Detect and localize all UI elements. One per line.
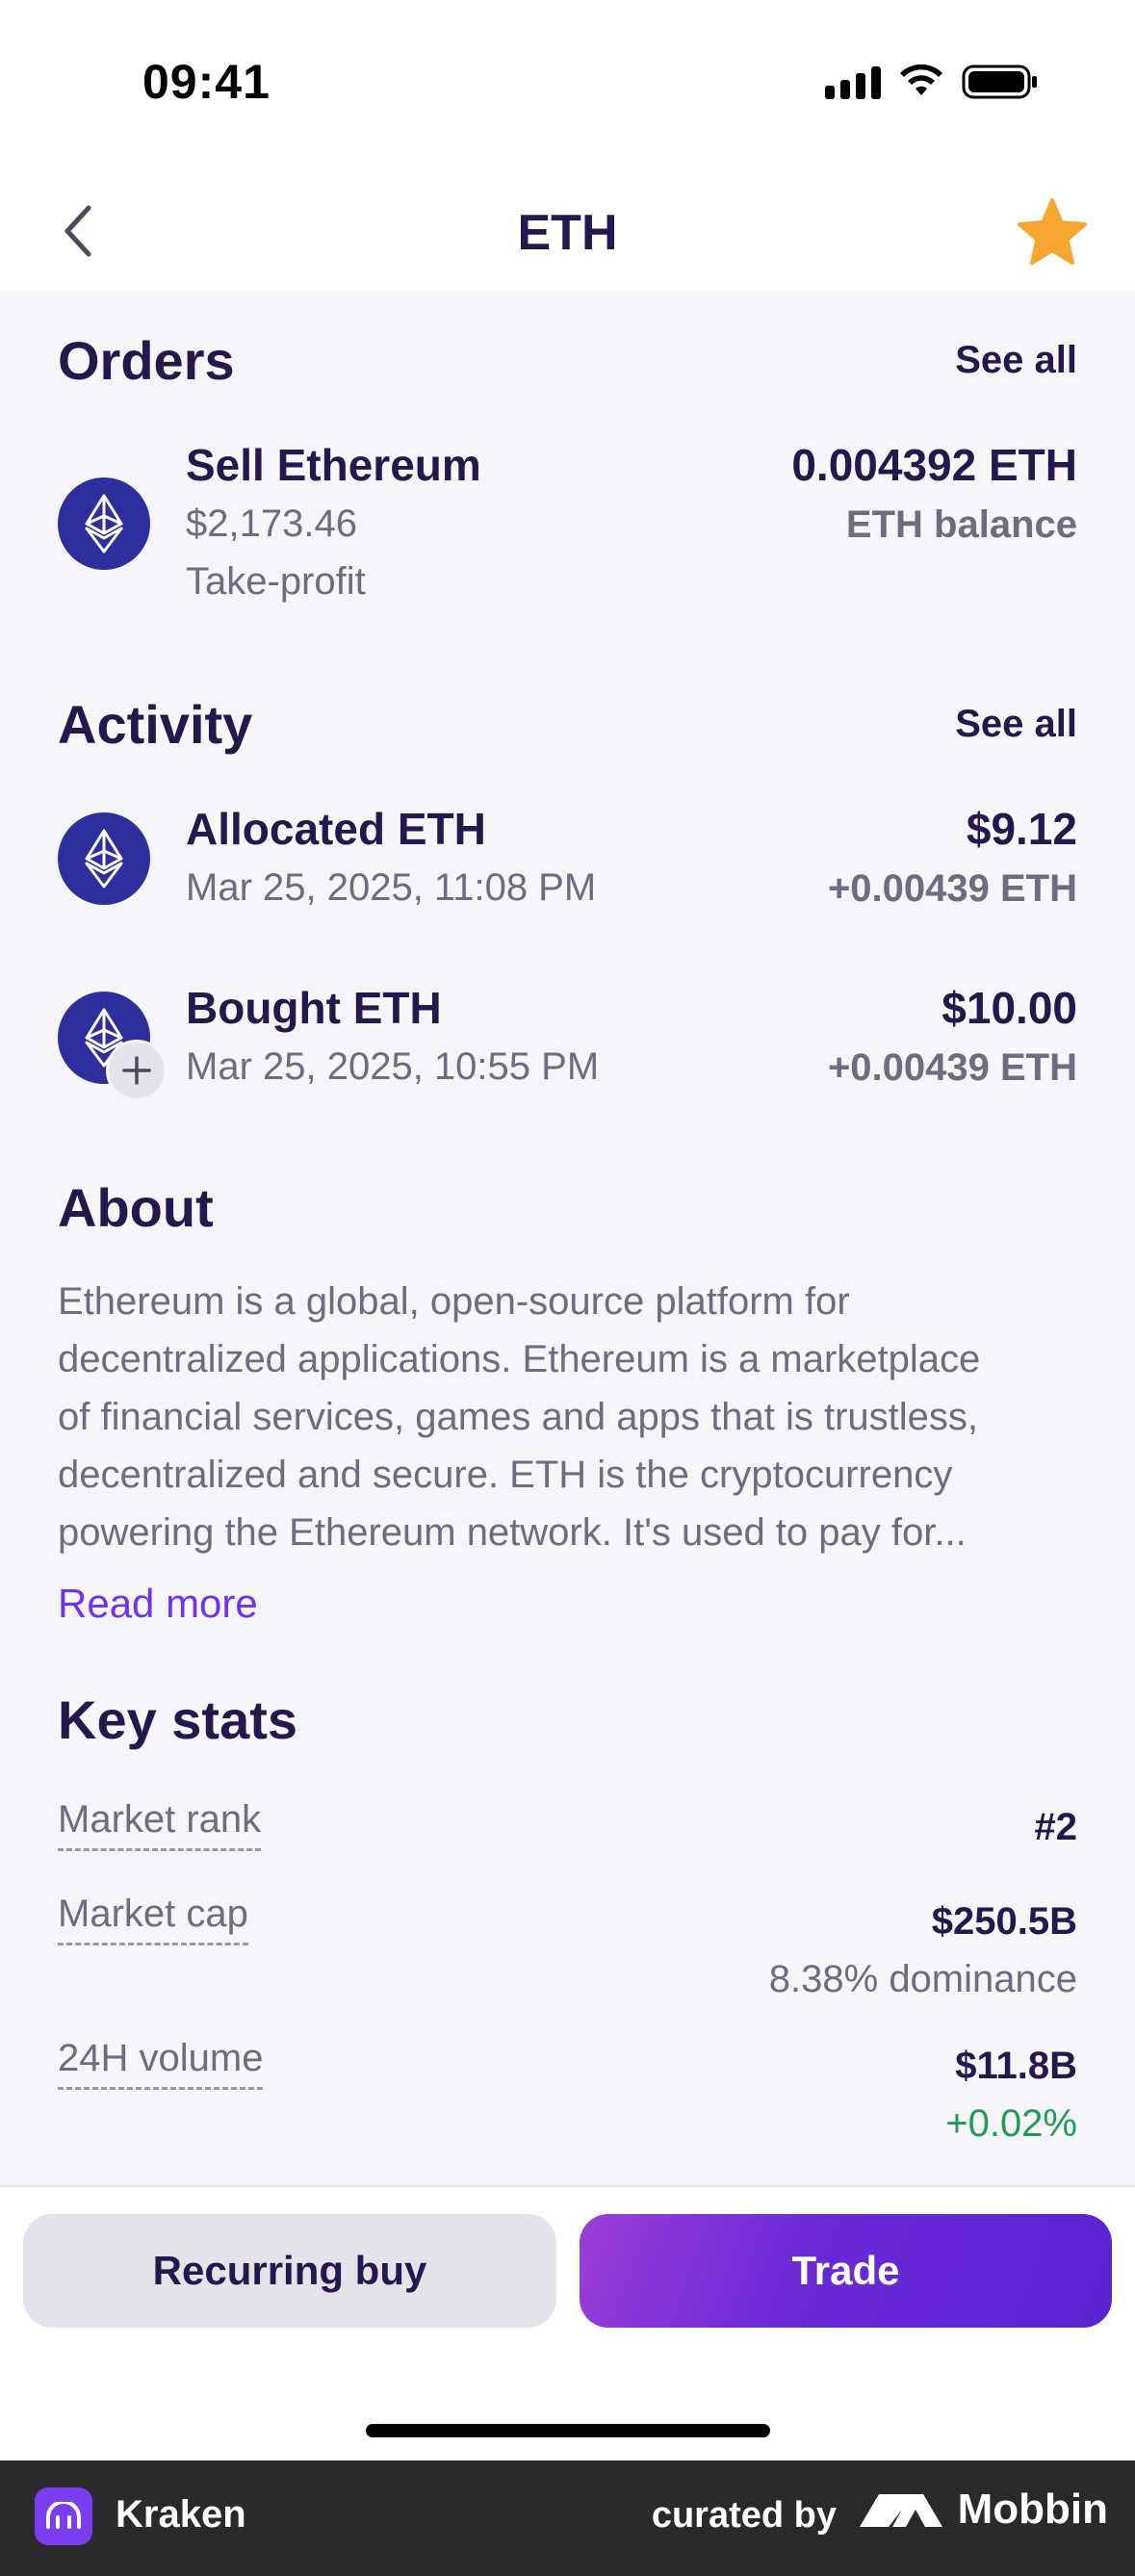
page-title: ETH [517, 205, 618, 261]
about-description: Ethereum is a global, open-source platfo… [58, 1273, 1077, 1561]
nav-bar: ETH [0, 173, 1135, 291]
activity-title: Activity [58, 694, 253, 755]
bottom-action-bar: Recurring buy Trade [0, 2185, 1135, 2462]
activity-header: Activity See all [58, 693, 1077, 756]
volume-24h-number: $11.8B [955, 2045, 1077, 2087]
recurring-buy-button[interactable]: Recurring buy [23, 2214, 556, 2328]
watermark-curated-by: curated by [651, 2495, 837, 2536]
market-rank-label[interactable]: Market rank [58, 1794, 262, 1851]
volume-24h-change: +0.02% [945, 2102, 1077, 2145]
activity-value: $9.12 [966, 804, 1077, 854]
key-stats-header: Key stats [58, 1688, 1077, 1751]
activity-title-text: Bought ETH [186, 983, 442, 1033]
orders-title: Orders [58, 330, 235, 391]
activity-change: +0.00439 ETH [827, 867, 1077, 910]
status-bar: 09:41 [0, 0, 1135, 173]
kraken-logo-icon [35, 2487, 92, 2545]
activity-see-all-link[interactable]: See all [955, 703, 1077, 746]
status-time: 09:41 [142, 55, 271, 109]
about-line: of financial services, games and apps th… [58, 1396, 979, 1438]
orders-see-all-link[interactable]: See all [955, 339, 1077, 382]
activity-value: $10.00 [942, 983, 1077, 1033]
ethereum-icon [58, 992, 168, 1101]
order-amount: 0.004392 ETH [791, 440, 1077, 490]
about-line: decentralized applications. Ethereum is … [58, 1338, 981, 1380]
market-rank-number: #2 [1034, 1806, 1078, 1848]
activity-row[interactable]: Allocated ETH Mar 25, 2025, 11:08 PM $9.… [58, 799, 1077, 924]
star-icon[interactable] [1016, 196, 1089, 270]
market-cap-number: $250.5B [931, 1900, 1077, 1943]
ethereum-icon [58, 477, 150, 570]
order-price: $2,173.46 [186, 502, 357, 545]
volume-24h-value: $11.8B +0.02% [945, 2037, 1077, 2152]
mobbin-logo-icon [859, 2494, 942, 2527]
market-cap-label[interactable]: Market cap [58, 1889, 248, 1945]
signal-icon [825, 64, 881, 99]
activity-date: Mar 25, 2025, 11:08 PM [186, 866, 597, 909]
status-icons [825, 64, 1039, 100]
order-title: Sell Ethereum [186, 440, 481, 490]
order-row[interactable]: Sell Ethereum $2,173.46 Take-profit 0.00… [58, 435, 1077, 618]
home-indicator [366, 2424, 770, 2437]
activity-title-text: Allocated ETH [186, 804, 486, 854]
wifi-icon [900, 64, 942, 95]
content-area: Orders See all Sell Ethereum $2,173.46 T… [0, 291, 1135, 2185]
activity-row[interactable]: Bought ETH Mar 25, 2025, 10:55 PM $10.00… [58, 978, 1077, 1103]
orders-header: Orders See all [58, 329, 1077, 392]
about-line: Ethereum is a global, open-source platfo… [58, 1280, 850, 1323]
mobbin-brand: Mobbin [858, 2486, 1108, 2534]
ethereum-icon [58, 812, 150, 905]
market-rank-value: #2 [1035, 1798, 1078, 1856]
order-amount-label: ETH balance [845, 503, 1077, 546]
about-line: decentralized and secure. ETH is the cry… [58, 1454, 953, 1496]
watermark-bar: Kraken curated by Mobbin [0, 2460, 1135, 2576]
watermark-brand-name: Mobbin [957, 2486, 1108, 2533]
market-cap-value: $250.5B 8.38% dominance [769, 1893, 1077, 2008]
market-cap-dominance: 8.38% dominance [768, 1958, 1077, 2000]
about-line: powering the Ethereum network. It's used… [58, 1511, 967, 1554]
activity-date: Mar 25, 2025, 10:55 PM [186, 1045, 600, 1088]
watermark-app-name: Kraken [116, 2493, 246, 2536]
about-title: About [58, 1177, 214, 1238]
trade-button[interactable]: Trade [580, 2214, 1112, 2328]
plus-icon [106, 1040, 168, 1101]
read-more-link[interactable]: Read more [58, 1581, 258, 1627]
about-header: About [58, 1176, 1077, 1239]
activity-change: +0.00439 ETH [827, 1046, 1077, 1089]
key-stats-title: Key stats [58, 1689, 298, 1750]
volume-24h-label[interactable]: 24H volume [58, 2033, 264, 2090]
order-type: Take-profit [186, 560, 366, 603]
battery-icon [962, 64, 1037, 99]
